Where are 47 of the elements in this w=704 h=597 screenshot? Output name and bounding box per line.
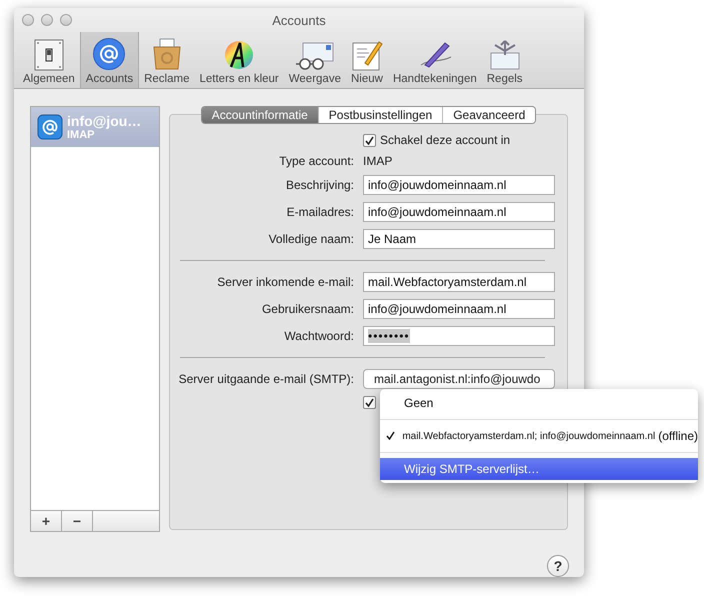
minimize-button[interactable] bbox=[41, 14, 53, 26]
light-switch-icon bbox=[34, 39, 64, 71]
toolbar-item[interactable]: Weergave bbox=[284, 32, 346, 88]
field-label: Beschrijving: bbox=[284, 178, 354, 192]
input-field[interactable]: mail.Webfactoryamsterdam.nl bbox=[363, 272, 555, 292]
toolbar-item[interactable]: Reclame bbox=[139, 32, 194, 88]
tab[interactable]: Accountinformatie bbox=[202, 107, 319, 123]
toolbar-item[interactable]: Nieuw bbox=[346, 32, 388, 88]
input-field[interactable]: Je Naam bbox=[363, 229, 555, 249]
field-label: Volledige naam: bbox=[268, 232, 354, 246]
window-title: Accounts bbox=[272, 12, 326, 28]
toolbar-item[interactable]: Accounts bbox=[80, 32, 140, 88]
at-sign-icon bbox=[92, 37, 126, 71]
at-sign-icon bbox=[37, 114, 63, 140]
font-color-wheel-icon bbox=[223, 39, 256, 71]
toolbar-item[interactable]: Letters en kleur bbox=[194, 32, 284, 88]
field-label: Server uitgaande e-mail (SMTP): bbox=[178, 372, 354, 386]
notepad-pencil-icon bbox=[350, 39, 383, 71]
toolbar-item[interactable]: Regels bbox=[482, 32, 528, 88]
menu-item[interactable]: mail.Webfactoryamsterdam.nl; info@jouwdomeinnaam.nl (offline) bbox=[380, 425, 698, 447]
field-label: Server inkomende e-mail: bbox=[216, 275, 354, 289]
menu-item[interactable]: Wijzig SMTP-serverlijst… bbox=[380, 458, 698, 480]
checkbox[interactable] bbox=[363, 396, 376, 409]
field-label: E-mailadres: bbox=[286, 205, 354, 219]
help-button[interactable]: ? bbox=[547, 555, 569, 577]
zoom-button[interactable] bbox=[60, 14, 72, 26]
list-button[interactable]: − bbox=[62, 511, 93, 531]
field-label: Gebruikersnaam: bbox=[260, 302, 354, 316]
field-label: Wachtwoord: bbox=[283, 329, 354, 343]
list-button[interactable]: + bbox=[31, 511, 62, 531]
input-field[interactable]: info@jouwdomeinnaam.nl bbox=[363, 299, 555, 319]
checkbox[interactable] bbox=[363, 134, 376, 146]
password-field[interactable]: •••••••• bbox=[363, 326, 555, 346]
smtp-popup-button[interactable]: mail.antagonist.nl:info@jouwdo bbox=[363, 369, 555, 389]
field-label: Type account: bbox=[278, 154, 354, 168]
input-field[interactable]: info@jouwdomeinnaam.nl bbox=[363, 175, 555, 195]
input-field[interactable]: info@jouwdomeinnaam.nl bbox=[363, 202, 555, 222]
toolbar-item[interactable]: Handtekeningen bbox=[388, 32, 482, 88]
toolbar-item[interactable]: Algemeen bbox=[18, 32, 80, 88]
close-button[interactable] bbox=[22, 14, 34, 26]
checkmark-icon bbox=[365, 136, 374, 144]
checkmark-icon bbox=[365, 398, 374, 407]
checkbox-label: Schakel deze account in bbox=[380, 133, 510, 147]
field-value: IMAP bbox=[363, 154, 394, 168]
checkmark-icon bbox=[386, 431, 395, 440]
menu-item[interactable]: Geen bbox=[380, 392, 698, 414]
envelope-glasses-icon bbox=[294, 41, 335, 71]
